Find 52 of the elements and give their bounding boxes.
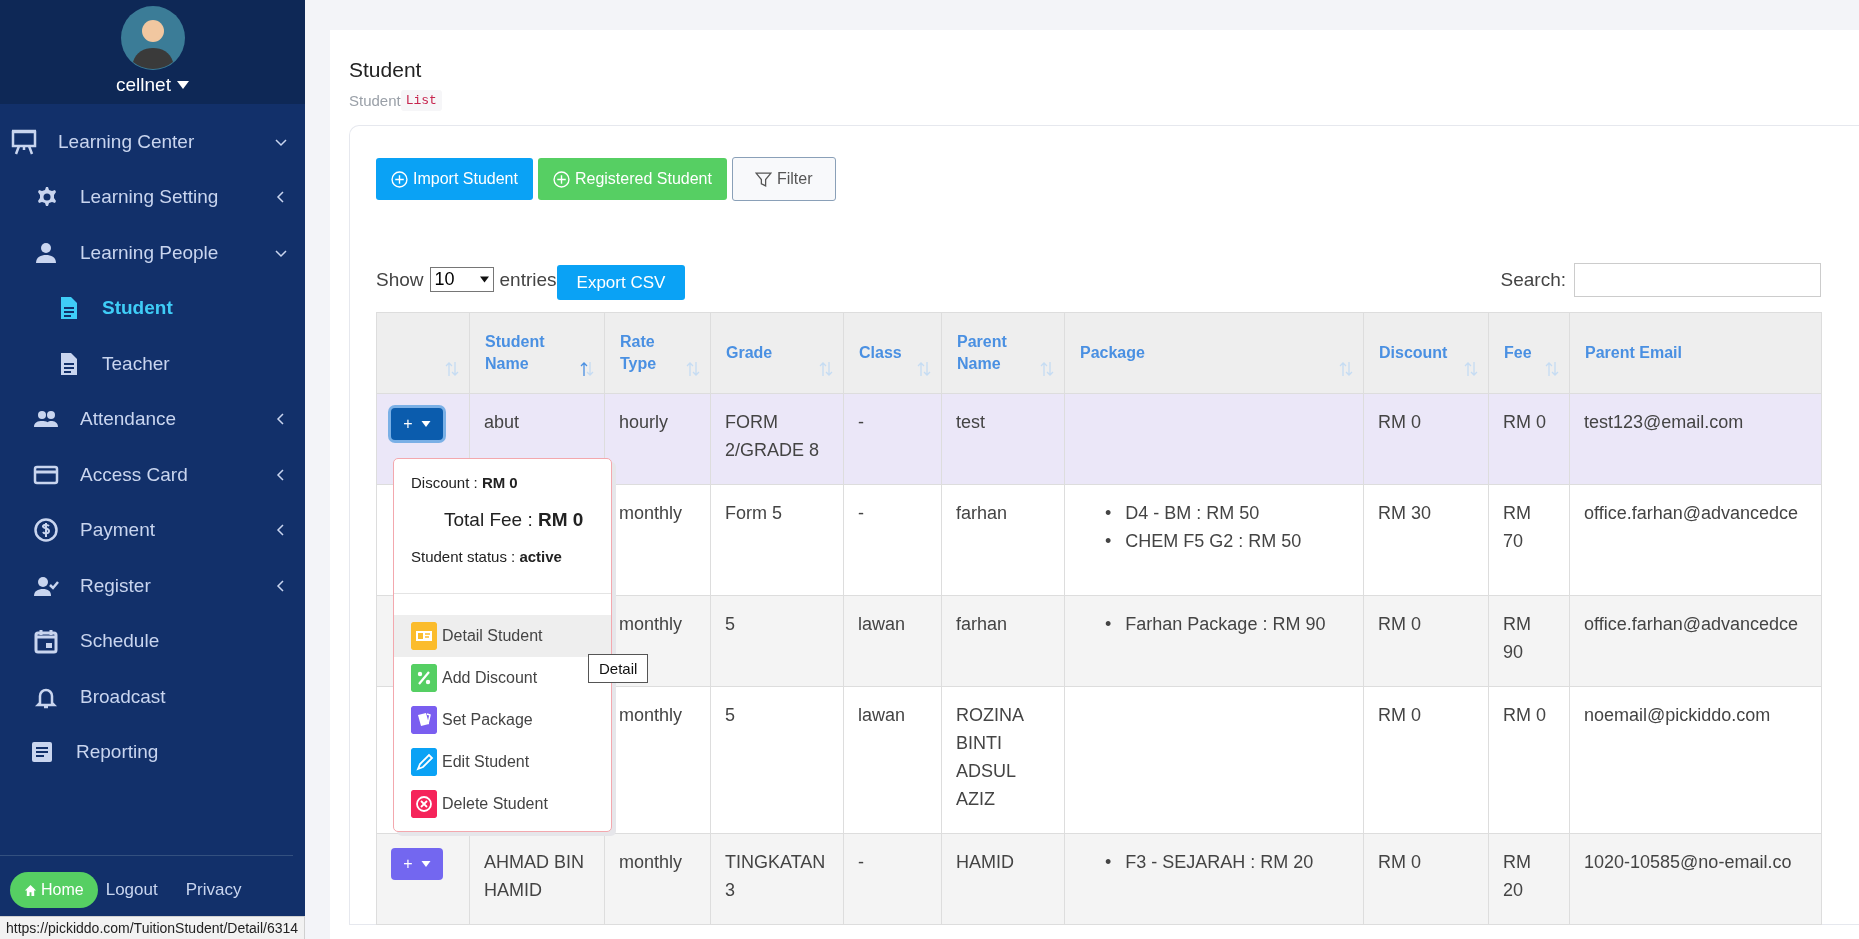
package-item: CHEM F5 G2 : RM 50 (1125, 530, 1302, 553)
status-bar-url: https://pickiddo.com/TuitionStudent/Detail/6314 (0, 916, 306, 939)
info-text: Student status : active (411, 547, 563, 567)
table-cell: office.farhan@advancedce (1569, 484, 1822, 596)
table-cell: RM 90 (1488, 595, 1570, 687)
show-label: Show (376, 268, 424, 291)
entries-label: entries (499, 268, 557, 291)
table-cell: FORM 2/GRADE 8 (710, 393, 844, 485)
table-cell: 5 (710, 686, 844, 834)
table-cell: noemail@pickiddo.com (1569, 686, 1822, 834)
table-cell: RM 0 (1363, 686, 1489, 834)
table-cell: RM 0 (1488, 686, 1570, 834)
table-cell: lawan (843, 686, 942, 834)
table-cell: RM 70 (1488, 484, 1570, 596)
page-title: Student (349, 57, 423, 82)
table-cell: - (843, 393, 942, 485)
table-cell: RM 0 (1363, 393, 1489, 485)
list-bullet: • (1105, 530, 1112, 553)
table-cell: RM 0 (1363, 595, 1489, 687)
table-cell: office.farhan@advancedce (1569, 595, 1822, 687)
table-cell: hourly (604, 393, 711, 485)
breadcrumb-item: List (400, 90, 442, 111)
table-cell: farhan (941, 595, 1065, 687)
table-cell: RM 30 (1363, 484, 1489, 596)
tooltip: Detail (588, 654, 649, 683)
info-text: Total Fee : RM 0 (444, 508, 585, 532)
table-cell: - (843, 833, 942, 925)
breadcrumb-item: Student (349, 92, 401, 109)
table-cell: test (941, 393, 1065, 485)
package-item: F3 - SEJARAH : RM 20 (1125, 851, 1314, 874)
table-cell: TINGKATAN 3 (710, 833, 844, 925)
table-cell: HAMID (941, 833, 1065, 925)
table-cell: 5 (710, 595, 844, 687)
table-cell: 1020-10585@no-email.co (1569, 833, 1822, 925)
table-cell: ROZINA BINTI ADSUL AZIZ (941, 686, 1065, 834)
column-header: Parent Email (1569, 312, 1822, 394)
table-cell: farhan (941, 484, 1065, 596)
table-cell: - (843, 484, 942, 596)
table-cell: RM 0 (1363, 833, 1489, 925)
search-label: Search: (1500, 268, 1566, 291)
list-bullet: • (1105, 502, 1112, 525)
table-cell: test123@email.com (1569, 393, 1822, 485)
list-bullet: • (1105, 851, 1112, 874)
table-cell: Form 5 (710, 484, 844, 596)
table-cell: RM 0 (1488, 393, 1570, 485)
table-cell: lawan (843, 595, 942, 687)
package-item: Farhan Package : RM 90 (1125, 613, 1326, 636)
package-item: D4 - BM : RM 50 (1125, 502, 1260, 525)
table-cell: AHMAD BIN HAMID (469, 833, 605, 925)
table-cell: monthly (604, 833, 711, 925)
table-cell: RM 20 (1488, 833, 1570, 925)
list-bullet: • (1105, 613, 1112, 636)
